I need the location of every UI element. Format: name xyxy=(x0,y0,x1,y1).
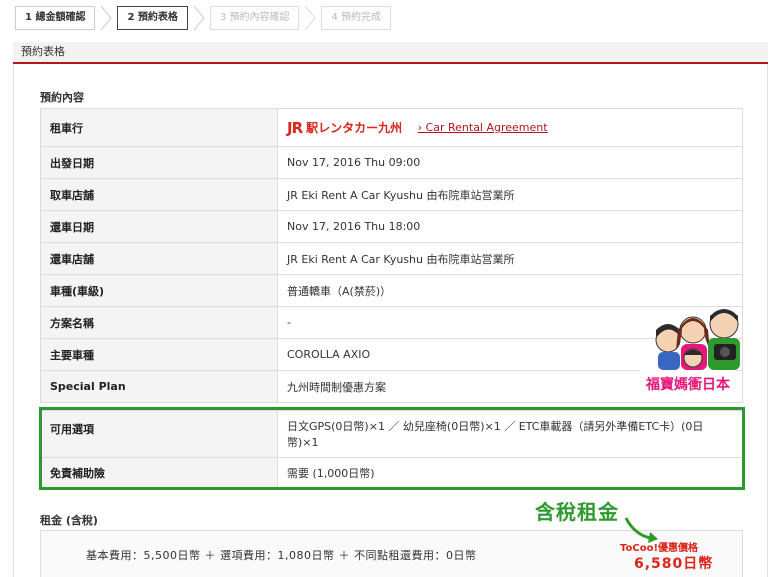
row-value: 需要 (1,000日幣) xyxy=(277,457,743,488)
row-key: 免責補助險 xyxy=(40,457,278,488)
row-key: 方案名稱 xyxy=(40,306,278,339)
reservation-table: 租車行 JR 駅レンタカー九州 › Car Rental Agreement 出發… xyxy=(40,108,743,403)
table-row: 取車店舖 JR Eki Rent A Car Kyushu 由布院車站営業所 xyxy=(40,178,743,211)
jr-logo-icon: JR xyxy=(287,118,303,137)
price-breakdown: 基本費用：5,500日幣 ＋ 選項費用：1,080日幣 ＋ 不同點租還費用：0日… xyxy=(86,549,477,562)
section-title: 預約表格 xyxy=(13,42,768,64)
table-row: 出發日期 Nov 17, 2016 Thu 09:00 xyxy=(40,146,743,179)
price-heading: 租金 (含稅) xyxy=(40,514,98,527)
row-key: 還車店舖 xyxy=(40,242,278,275)
step-4: 4 預約完成 xyxy=(321,6,391,30)
row-key: 租車行 xyxy=(40,108,278,147)
step-1: 1 總金額確認 xyxy=(15,6,96,30)
chevron-right-icon xyxy=(299,5,321,31)
row-key: 出發日期 xyxy=(40,146,278,179)
family-illustration-icon xyxy=(655,309,740,370)
total-price: 6,580日幣 xyxy=(634,556,714,572)
row-value: JR Eki Rent A Car Kyushu 由布院車站営業所 xyxy=(277,178,743,211)
table-row: 租車行 JR 駅レンタカー九州 › Car Rental Agreement xyxy=(40,108,743,147)
row-key: Special Plan xyxy=(40,370,278,403)
options-table: 可用選項 日文GPS(0日幣)×1 ／ 幼兒座椅(0日幣)×1 ／ ETC車載器… xyxy=(40,410,743,488)
table-row: 可用選項 日文GPS(0日幣)×1 ／ 幼兒座椅(0日幣)×1 ／ ETC車載器… xyxy=(40,410,743,458)
row-key: 主要車種 xyxy=(40,338,278,371)
table-row: 免責補助險 需要 (1,000日幣) xyxy=(40,457,743,488)
discount-price-label: ToCoo!優惠價格 xyxy=(620,543,699,554)
table-row: 車種(車級) 普通轎車（A(禁菸)） xyxy=(40,274,743,307)
step-3: 3 預約內容確認 xyxy=(209,6,300,30)
row-key: 還車日期 xyxy=(40,210,278,243)
step-2: 2 預約表格 xyxy=(117,6,188,30)
row-value: Nov 17, 2016 Thu 18:00 xyxy=(277,210,743,243)
progress-steps: 1 總金額確認 2 預約表格 3 預約內容確認 4 預約完成 xyxy=(15,5,391,31)
table-row: Special Plan 九州時間制優惠方案 xyxy=(40,370,743,403)
row-value: 日文GPS(0日幣)×1 ／ 幼兒座椅(0日幣)×1 ／ ETC車載器（請另外準… xyxy=(277,410,743,458)
car-rental-agreement-link[interactable]: › Car Rental Agreement xyxy=(418,121,548,134)
row-value: JR 駅レンタカー九州 › Car Rental Agreement xyxy=(277,108,743,147)
row-key: 車種(車級) xyxy=(40,274,278,307)
watermark: 福寶媽衝日本 xyxy=(640,370,736,398)
table-row: 方案名稱 - xyxy=(40,306,743,339)
rental-company-logo: 駅レンタカー九州 xyxy=(306,121,403,135)
tax-included-annotation: 含稅租金 xyxy=(535,500,619,524)
row-key: 取車店舖 xyxy=(40,178,278,211)
table-row: 主要車種 COROLLA AXIO xyxy=(40,338,743,371)
table-row: 還車店舖 JR Eki Rent A Car Kyushu 由布院車站営業所 xyxy=(40,242,743,275)
row-value: Nov 17, 2016 Thu 09:00 xyxy=(277,146,743,179)
row-key: 可用選項 xyxy=(40,410,278,458)
reservation-heading: 預約內容 xyxy=(40,91,84,104)
chevron-right-icon xyxy=(188,5,210,31)
table-row: 還車日期 Nov 17, 2016 Thu 18:00 xyxy=(40,210,743,243)
chevron-right-icon xyxy=(95,5,117,31)
row-value: JR Eki Rent A Car Kyushu 由布院車站営業所 xyxy=(277,242,743,275)
